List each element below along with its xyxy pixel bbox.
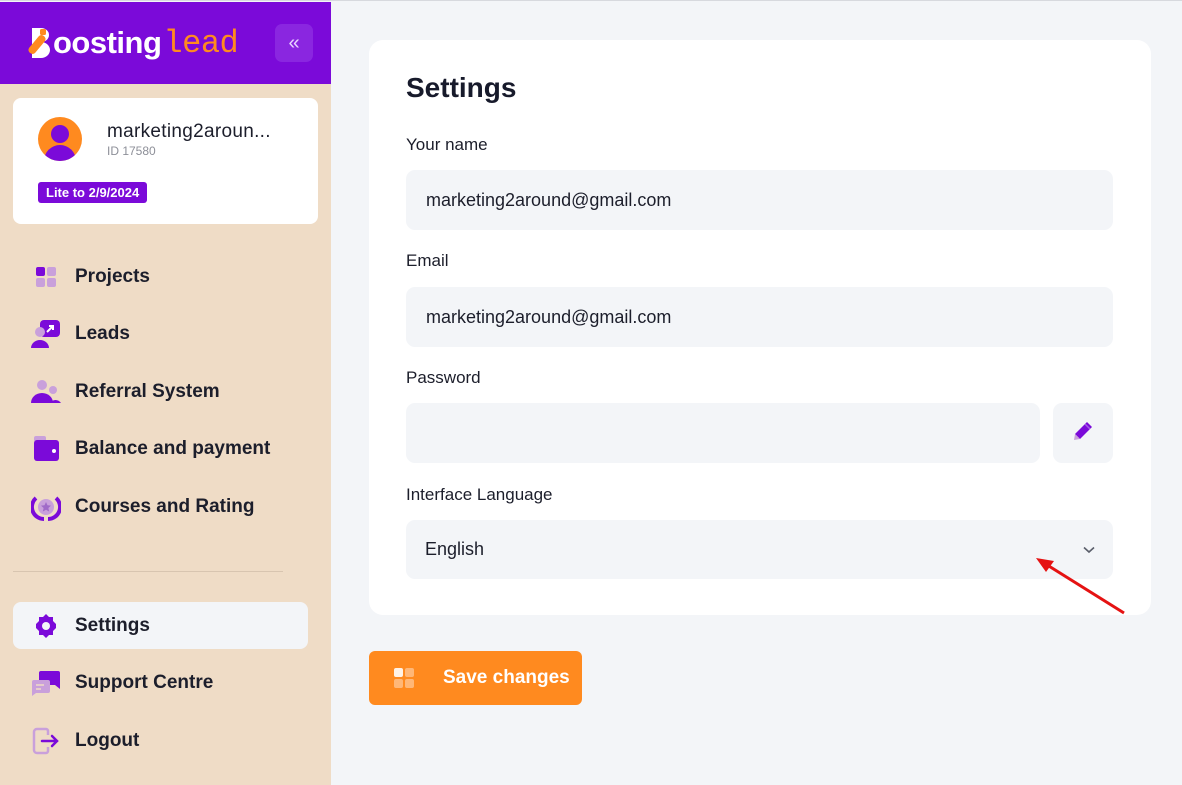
sidebar-item-leads[interactable]: Leads bbox=[13, 311, 308, 358]
sidebar-divider bbox=[13, 571, 283, 572]
brand-bar: oosting lead « bbox=[0, 2, 331, 84]
email-label: Email bbox=[406, 251, 449, 270]
profile-card[interactable]: marketing2aroun... ID 17580 Lite to 2/9/… bbox=[13, 98, 318, 224]
wallet-icon bbox=[31, 434, 61, 464]
sidebar-item-label: Projects bbox=[75, 265, 150, 287]
pencil-icon bbox=[1071, 419, 1095, 448]
chevron-down-icon bbox=[1083, 541, 1095, 559]
language-select[interactable]: English bbox=[406, 520, 1113, 579]
email-input[interactable] bbox=[406, 287, 1113, 347]
language-label: Interface Language bbox=[406, 485, 553, 504]
page-title: Settings bbox=[406, 72, 517, 103]
grid-icon bbox=[394, 668, 414, 688]
sidebar-item-label: Referral System bbox=[75, 380, 220, 402]
bottom-nav: Settings Support Centre Logout bbox=[13, 602, 308, 775]
password-input[interactable] bbox=[406, 403, 1040, 463]
profile-name: marketing2aroun... bbox=[107, 121, 271, 142]
name-input[interactable] bbox=[406, 170, 1113, 230]
edit-password-button[interactable] bbox=[1053, 403, 1113, 463]
password-label: Password bbox=[406, 368, 481, 387]
sidebar-item-label: Support Centre bbox=[75, 672, 214, 693]
sidebar-item-label: Courses and Rating bbox=[75, 495, 255, 517]
profile-id: ID 17580 bbox=[107, 144, 156, 158]
collapse-sidebar-button[interactable]: « bbox=[275, 24, 313, 62]
laurel-star-icon bbox=[31, 492, 61, 522]
sidebar-item-label: Settings bbox=[75, 614, 150, 636]
main-nav: Projects Leads Referral System Balance a… bbox=[13, 253, 308, 541]
sidebar-item-logout[interactable]: Logout bbox=[13, 717, 308, 764]
sidebar-item-balance-and-payment[interactable]: Balance and payment bbox=[13, 426, 308, 473]
sidebar-item-referral-system[interactable]: Referral System bbox=[13, 368, 308, 415]
save-changes-button[interactable]: Save changes bbox=[369, 651, 582, 705]
avatar bbox=[38, 117, 82, 161]
chat-icon bbox=[31, 668, 61, 698]
logo-text-orange: lead bbox=[163, 24, 239, 62]
name-label: Your name bbox=[406, 135, 488, 154]
sidebar-item-courses-and-rating[interactable]: Courses and Rating bbox=[13, 483, 308, 530]
sidebar-item-settings[interactable]: Settings bbox=[13, 602, 308, 649]
language-value: English bbox=[425, 539, 485, 559]
save-changes-label: Save changes bbox=[443, 667, 570, 688]
users-icon bbox=[31, 377, 61, 407]
settings-card: Settings Your name Email Password Interf… bbox=[369, 40, 1151, 615]
sidebar-item-label: Balance and payment bbox=[75, 438, 271, 459]
sidebar: oosting lead « marketing2aroun... ID 175… bbox=[0, 2, 331, 785]
logo-b-icon bbox=[26, 26, 52, 60]
logo-text-white: oosting bbox=[53, 25, 162, 60]
sidebar-item-projects[interactable]: Projects bbox=[13, 253, 308, 300]
sidebar-item-support-centre[interactable]: Support Centre bbox=[13, 660, 308, 707]
sidebar-item-label: Logout bbox=[75, 729, 140, 751]
logo[interactable]: oosting lead bbox=[26, 24, 239, 62]
gear-icon bbox=[31, 611, 61, 641]
sidebar-item-label: Leads bbox=[75, 323, 130, 344]
logout-icon bbox=[31, 726, 61, 756]
chevrons-left-icon: « bbox=[288, 31, 300, 54]
grid-icon bbox=[31, 262, 61, 292]
leads-icon bbox=[31, 319, 61, 349]
plan-badge: Lite to 2/9/2024 bbox=[38, 182, 148, 203]
